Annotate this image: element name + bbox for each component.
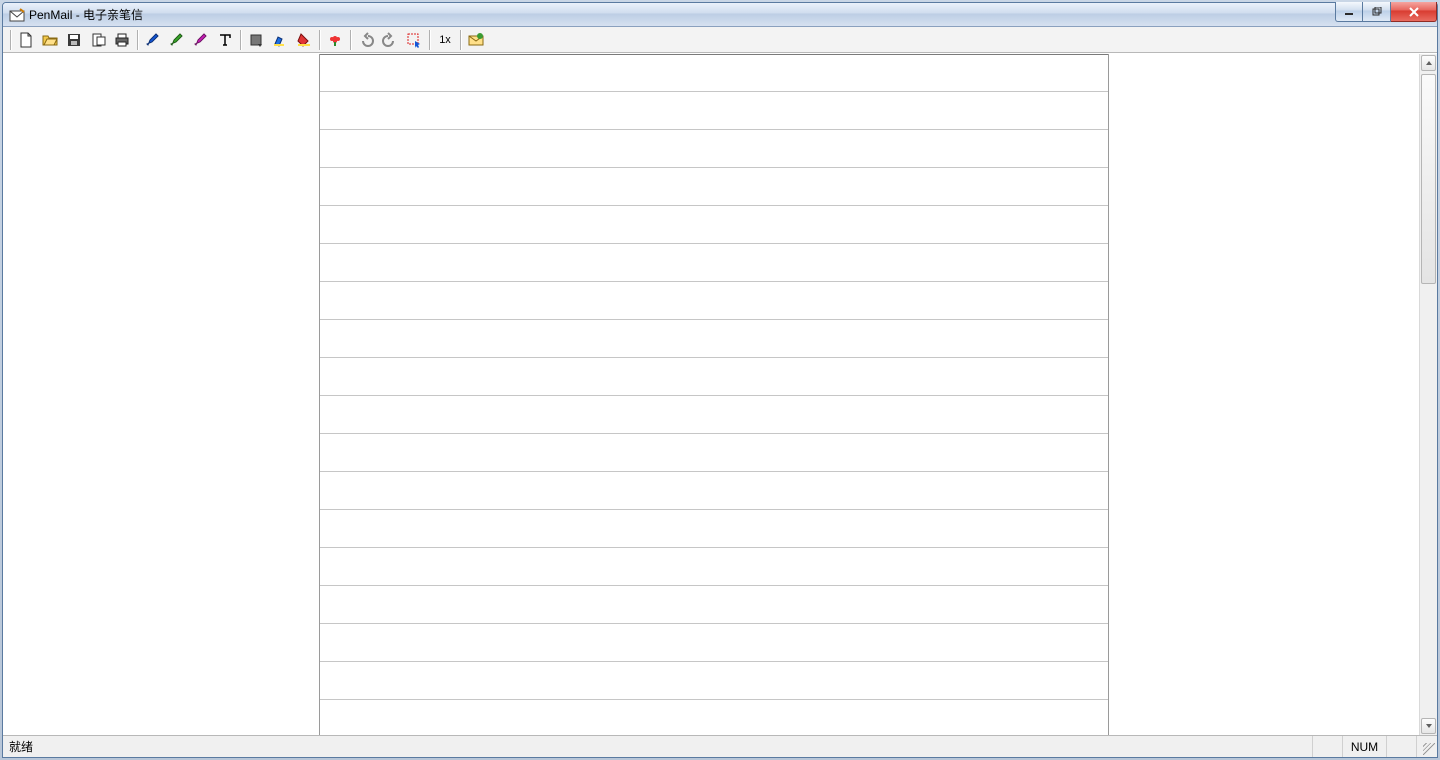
toolbar-separator xyxy=(137,30,138,50)
stamp-button[interactable] xyxy=(324,29,346,51)
redo-icon xyxy=(382,32,398,48)
print-icon xyxy=(114,32,130,48)
color-button[interactable] xyxy=(245,29,267,51)
select-tool-icon xyxy=(406,32,422,48)
toolbar: 1x xyxy=(3,27,1437,53)
save-icon xyxy=(66,32,82,48)
page-setup-button[interactable] xyxy=(87,29,109,51)
toolbar-separator xyxy=(319,30,320,50)
status-pane xyxy=(1387,736,1417,757)
pen-button[interactable] xyxy=(142,29,164,51)
status-ready-label: 就绪 xyxy=(9,738,33,755)
text-button[interactable] xyxy=(214,29,236,51)
status-num: NUM xyxy=(1343,736,1387,757)
status-ready: 就绪 xyxy=(3,736,1313,757)
toolbar-separator xyxy=(10,30,11,50)
resize-grip[interactable] xyxy=(1417,736,1437,757)
close-button[interactable] xyxy=(1391,2,1437,22)
eraser-button[interactable] xyxy=(190,29,212,51)
scroll-down-button[interactable] xyxy=(1421,718,1436,734)
window-title: PenMail - 电子亲笔信 xyxy=(29,3,143,27)
resize-grip-icon xyxy=(1423,743,1435,755)
color-swatch-icon xyxy=(248,32,264,48)
eraser-icon xyxy=(193,32,209,48)
vertical-scrollbar[interactable] xyxy=(1419,54,1437,735)
scroll-up-button[interactable] xyxy=(1421,55,1436,71)
maximize-button[interactable] xyxy=(1363,2,1391,22)
scale-label: 1x xyxy=(439,32,451,48)
status-num-label: NUM xyxy=(1351,740,1378,754)
minimize-button[interactable] xyxy=(1335,2,1363,22)
app-window: PenMail - 电子亲笔信 xyxy=(2,2,1438,758)
canvas-viewport[interactable] xyxy=(3,54,1419,735)
fill-button[interactable] xyxy=(293,29,315,51)
highlighter-icon xyxy=(272,32,288,48)
new-file-icon xyxy=(18,32,34,48)
scale-button[interactable]: 1x xyxy=(434,29,456,51)
client-area xyxy=(3,53,1437,735)
pencil-button[interactable] xyxy=(166,29,188,51)
send-mail-icon xyxy=(468,32,484,48)
fill-color-icon xyxy=(296,32,312,48)
text-icon xyxy=(217,32,233,48)
toolbar-separator xyxy=(350,30,351,50)
select-button[interactable] xyxy=(403,29,425,51)
toolbar-separator xyxy=(429,30,430,50)
open-button[interactable] xyxy=(39,29,61,51)
app-icon xyxy=(9,7,25,23)
chevron-up-icon xyxy=(1425,59,1433,67)
toolbar-separator xyxy=(460,30,461,50)
writing-paper[interactable] xyxy=(319,54,1109,735)
toolbar-separator xyxy=(240,30,241,50)
send-mail-button[interactable] xyxy=(465,29,487,51)
highlighter-button[interactable] xyxy=(269,29,291,51)
undo-button[interactable] xyxy=(355,29,377,51)
undo-icon xyxy=(358,32,374,48)
save-button[interactable] xyxy=(63,29,85,51)
new-button[interactable] xyxy=(15,29,37,51)
pencil-icon xyxy=(169,32,185,48)
open-file-icon xyxy=(42,32,58,48)
chevron-down-icon xyxy=(1425,722,1433,730)
print-button[interactable] xyxy=(111,29,133,51)
window-controls xyxy=(1335,2,1437,22)
status-pane xyxy=(1313,736,1343,757)
titlebar[interactable]: PenMail - 电子亲笔信 xyxy=(3,3,1437,27)
stamp-flower-icon xyxy=(327,32,343,48)
desktop-background: PenMail - 电子亲笔信 xyxy=(0,0,1440,760)
statusbar: 就绪 NUM xyxy=(3,735,1437,757)
scroll-thumb[interactable] xyxy=(1421,74,1436,284)
page-setup-icon xyxy=(90,32,106,48)
redo-button[interactable] xyxy=(379,29,401,51)
pen-icon xyxy=(145,32,161,48)
